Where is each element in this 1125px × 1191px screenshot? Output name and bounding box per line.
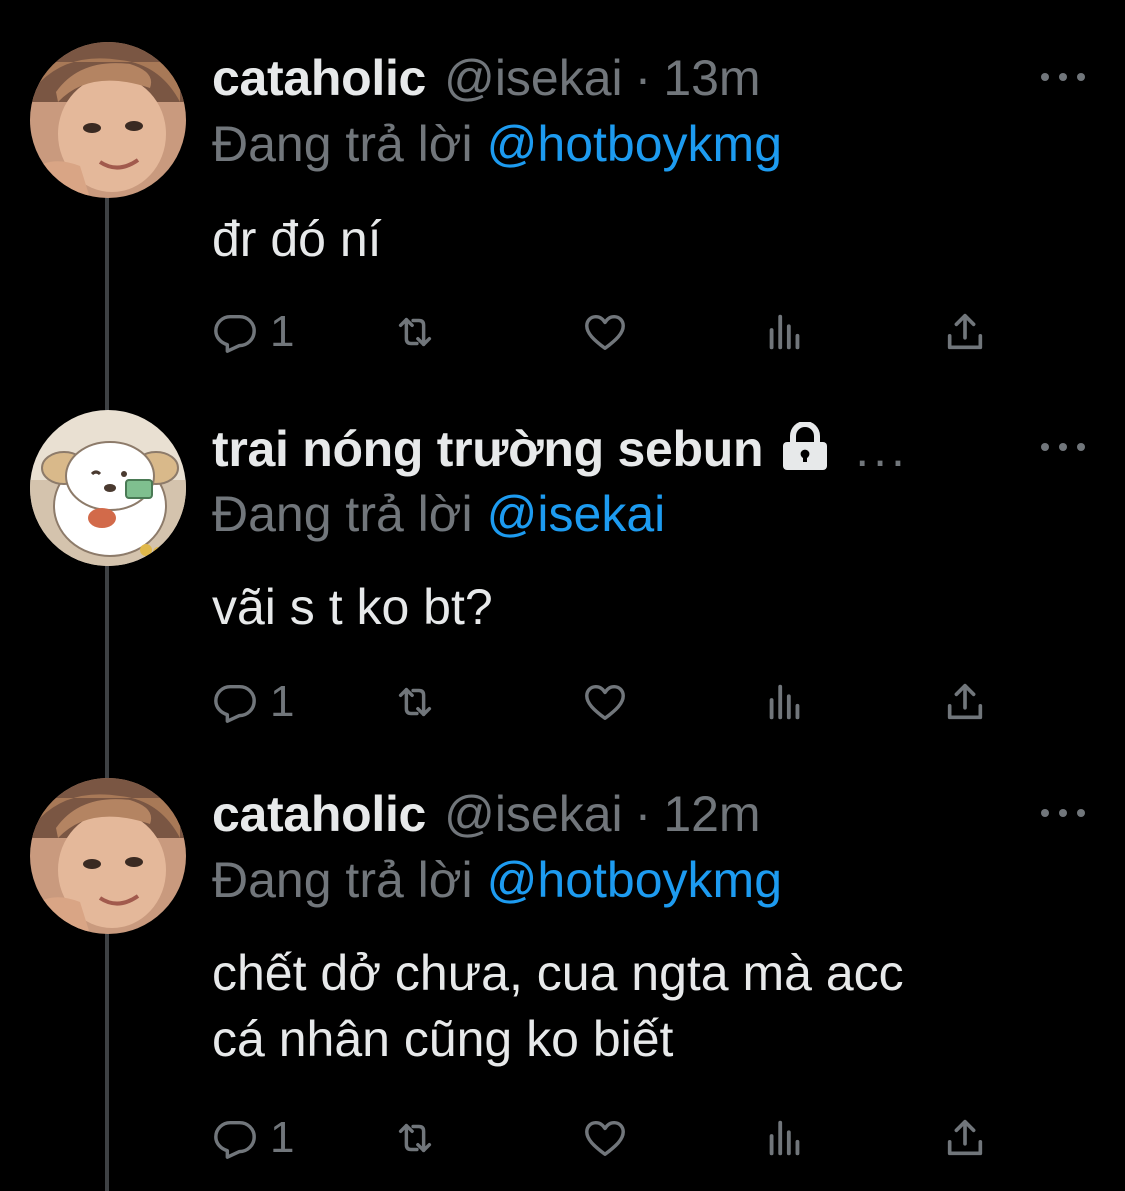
tweet-text-line: vãi s t ko bt? bbox=[212, 579, 493, 635]
retweet-button[interactable] bbox=[392, 674, 438, 730]
reply-mention-link[interactable]: @isekai bbox=[487, 486, 666, 542]
separator-dot: · bbox=[634, 786, 652, 842]
tweet-text-line: chết dở chưa, cua ngta mà acc bbox=[212, 945, 904, 1001]
retweet-icon bbox=[398, 317, 432, 347]
views-bar-icon bbox=[769, 1120, 800, 1156]
more-options-button[interactable] bbox=[1041, 62, 1085, 92]
reply-icon bbox=[214, 684, 256, 723]
tweet-time[interactable]: 12m bbox=[663, 784, 760, 844]
name-truncation: ... bbox=[855, 421, 909, 477]
more-options-button[interactable] bbox=[1041, 432, 1085, 462]
lock-icon bbox=[777, 421, 833, 470]
more-dots-icon bbox=[1041, 809, 1049, 817]
share-icon bbox=[947, 683, 983, 720]
author-handle[interactable]: @isekai bbox=[444, 784, 623, 844]
thread-connector-line bbox=[105, 196, 109, 1191]
share-icon bbox=[947, 313, 983, 350]
reply-button[interactable]: 1 bbox=[212, 674, 294, 730]
reply-icon bbox=[214, 1120, 256, 1159]
reply-mention-link[interactable]: @hotboykmg bbox=[487, 116, 782, 172]
views-button[interactable] bbox=[762, 1110, 808, 1166]
retweet-button[interactable] bbox=[392, 304, 438, 360]
replying-to: Đang trả lời @hotboykmg bbox=[212, 850, 782, 910]
reply-icon bbox=[214, 314, 256, 353]
tweet-actions: 1 bbox=[212, 304, 1002, 360]
replying-to-label: Đang trả lời bbox=[212, 486, 473, 542]
views-bar-icon bbox=[769, 314, 800, 350]
share-button[interactable] bbox=[942, 304, 988, 360]
avatar-cataholic[interactable] bbox=[30, 42, 186, 198]
reply-count: 1 bbox=[270, 677, 295, 726]
avatar-image bbox=[30, 778, 186, 934]
reply-count: 1 bbox=[270, 1113, 295, 1162]
avatar-cataholic[interactable] bbox=[30, 778, 186, 934]
author-name[interactable]: cataholic bbox=[212, 48, 426, 108]
tweet-text: vãi s t ko bt? bbox=[212, 574, 1065, 640]
author-name[interactable]: cataholic bbox=[212, 784, 426, 844]
tweet-header: cataholic @isekai · 13m bbox=[212, 48, 1025, 108]
share-button[interactable] bbox=[942, 1110, 988, 1166]
replying-to: Đang trả lời @isekai bbox=[212, 484, 665, 544]
reply-mention-link[interactable]: @hotboykmg bbox=[487, 852, 782, 908]
reply-button[interactable]: 1 bbox=[212, 304, 294, 360]
replying-to-label: Đang trả lời bbox=[212, 852, 473, 908]
author-handle[interactable]: @isekai bbox=[444, 48, 623, 108]
replying-to-label: Đang trả lời bbox=[212, 116, 473, 172]
views-button[interactable] bbox=[762, 304, 808, 360]
more-dots-icon bbox=[1041, 73, 1049, 81]
views-bar-icon bbox=[769, 684, 800, 720]
more-options-button[interactable] bbox=[1041, 798, 1085, 828]
reply-count: 1 bbox=[270, 307, 295, 356]
reply-button[interactable]: 1 bbox=[212, 1110, 294, 1166]
heart-icon bbox=[585, 1120, 625, 1157]
like-button[interactable] bbox=[582, 1110, 628, 1166]
share-button[interactable] bbox=[942, 674, 988, 730]
tweet-actions: 1 bbox=[212, 1110, 1002, 1166]
views-button[interactable] bbox=[762, 674, 808, 730]
more-dots-icon bbox=[1041, 443, 1049, 451]
separator-dot: · bbox=[634, 50, 652, 106]
retweet-icon bbox=[398, 687, 432, 717]
avatar-image bbox=[30, 42, 186, 198]
replying-to: Đang trả lời @hotboykmg bbox=[212, 114, 782, 174]
tweet-header: trai nóng trường sebun ... bbox=[212, 418, 1025, 478]
author-name[interactable]: trai nóng trường sebun bbox=[212, 419, 764, 478]
heart-icon bbox=[585, 684, 625, 721]
tweet-text: chết dở chưa, cua ngta mà acc cá nhân cũ… bbox=[212, 940, 1065, 1072]
like-button[interactable] bbox=[582, 304, 628, 360]
dog-cartoon-avatar-image bbox=[30, 410, 186, 566]
retweet-icon bbox=[398, 1123, 432, 1153]
tweet-text-line: cá nhân cũng ko biết bbox=[212, 1011, 674, 1067]
tweet-time[interactable]: 13m bbox=[663, 48, 760, 108]
tweet-text: đr đó ní bbox=[212, 206, 1065, 272]
tweet-header: cataholic @isekai · 12m bbox=[212, 784, 1025, 844]
share-icon bbox=[947, 1119, 983, 1156]
tweet-text-line: đr đó ní bbox=[212, 211, 382, 267]
retweet-button[interactable] bbox=[392, 1110, 438, 1166]
like-button[interactable] bbox=[582, 674, 628, 730]
heart-icon bbox=[585, 314, 625, 351]
tweet-actions: 1 bbox=[212, 674, 1002, 730]
avatar-trai-nong-truong-sebun[interactable] bbox=[30, 410, 186, 566]
